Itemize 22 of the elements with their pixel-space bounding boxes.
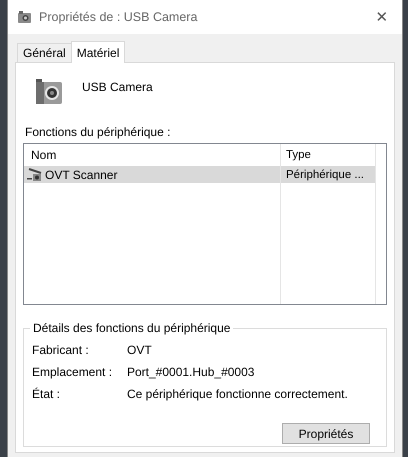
tab[interactable]: Matériel — [70, 41, 126, 63]
field-label: Fabricant : — [32, 343, 90, 357]
field-value: OVT — [127, 343, 152, 357]
field-label: Emplacement : — [32, 365, 114, 379]
list-row[interactable]: OVT Scanner Périphérique ... — [24, 166, 376, 183]
camera-icon — [35, 77, 65, 105]
table-cell: OVT Scanner — [45, 168, 118, 182]
section-label: Fonctions du périphérique : — [24, 125, 172, 141]
field-label: État : — [32, 387, 62, 401]
properties-button[interactable]: Propriétés — [282, 423, 370, 444]
close-button[interactable]: ✕ — [362, 0, 402, 34]
column-header[interactable]: Nom — [24, 144, 280, 166]
table-cell-text: Périphérique ... — [285, 168, 365, 180]
device-name: USB Camera — [82, 80, 153, 94]
scanner-icon — [26, 168, 44, 182]
window-title: Propriétés de : USB Camera — [39, 10, 198, 24]
field-value: Ce périphérique fonctionne correctement. — [127, 387, 348, 401]
column-header[interactable]: Type — [280, 144, 376, 166]
tab[interactable]: Général — [17, 43, 72, 62]
group-title: Détails des fonctions du périphérique — [32, 321, 232, 335]
field-value: Port_#0001.Hub_#0003 — [127, 365, 254, 379]
camera-icon — [17, 10, 33, 24]
